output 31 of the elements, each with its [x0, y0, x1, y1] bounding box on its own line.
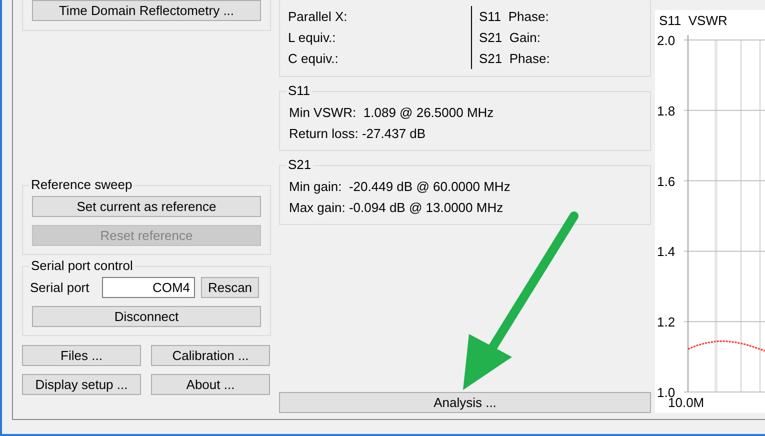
port-field[interactable]: COM4: [102, 277, 195, 298]
group-title: S11: [287, 84, 312, 98]
marker-field-label: C equiv.:: [288, 50, 340, 68]
rescan-button[interactable]: Rescan: [201, 277, 259, 298]
group-title: S21: [287, 158, 312, 172]
tdr-button[interactable]: Time Domain Reflectometry ...: [32, 0, 261, 21]
marker-field-label: Parallel X:: [288, 8, 348, 26]
analysis-button[interactable]: Analysis ...: [279, 392, 651, 413]
group-title: Reference sweep: [30, 178, 134, 192]
field-label: Serial port: [30, 278, 90, 297]
disconnect-button[interactable]: Disconnect: [32, 306, 261, 327]
tick-label: 1.8: [657, 103, 676, 118]
result-text: Min gain: -20.449 dB @ 60.0000 MHz: [289, 178, 512, 196]
menu-button[interactable]: Files ...: [22, 345, 141, 366]
result-text: Return loss: -27.437 dB: [289, 125, 427, 143]
marker-field-label: S21 Phase:: [479, 50, 550, 68]
menu-button[interactable]: Calibration ...: [151, 345, 270, 366]
tick-label: 1.6: [657, 174, 676, 189]
tick-label: 2.0: [657, 33, 676, 48]
menu-button[interactable]: About ...: [151, 374, 270, 395]
group-title: Serial port control: [30, 259, 134, 273]
result-text: Min VSWR: 1.089 @ 26.5000 MHz: [289, 104, 495, 122]
chart-title: S11 VSWR: [659, 13, 728, 28]
marker-field-label: S21 Gain:: [479, 29, 542, 47]
menu-button[interactable]: Display setup ...: [22, 374, 141, 395]
result-text: Max gain: -0.094 dB @ 13.0000 MHz: [289, 199, 504, 217]
set-reference-button[interactable]: Set current as reference: [32, 196, 261, 217]
tick-label: 1.2: [657, 314, 676, 330]
tick-label: 1.4: [657, 244, 676, 260]
marker-field-label: S11 Phase:: [479, 8, 550, 26]
marker-field-label: L equiv.:: [288, 29, 337, 47]
